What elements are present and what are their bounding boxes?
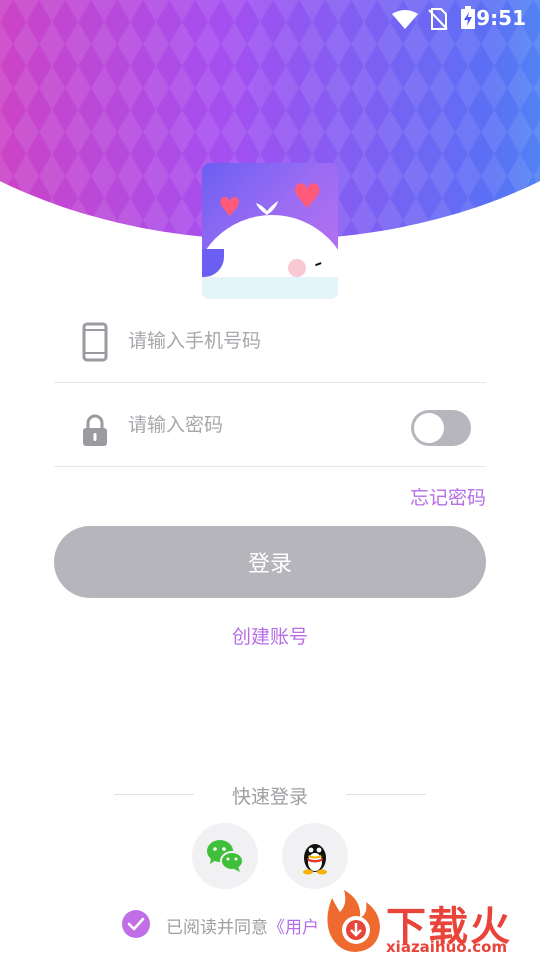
no-sim-icon <box>428 8 448 30</box>
qq-login-button[interactable] <box>282 823 348 889</box>
app-logo: ♥ ♥ <box>202 163 338 299</box>
status-time: 9:51 <box>476 6 526 30</box>
toggle-knob <box>414 413 444 443</box>
watermark-domain: xiazaihuo.com <box>386 938 508 956</box>
user-agreement-link[interactable]: 《用户 <box>268 918 319 938</box>
flame-logo-icon <box>327 890 380 952</box>
quick-login-label: 快速登录 <box>231 786 308 808</box>
whale-belly <box>202 277 338 299</box>
heart-icon: ♥ <box>292 177 323 217</box>
password-visibility-toggle[interactable] <box>411 410 471 446</box>
password-input[interactable] <box>126 406 390 444</box>
battery-charging-icon <box>461 6 475 29</box>
whale-cheek <box>288 259 306 277</box>
water-spout-icon <box>256 201 278 215</box>
phone-input[interactable] <box>126 322 390 360</box>
agreement-text: 已阅读并同意《用户 <box>166 913 319 938</box>
status-bar: 9:51 <box>0 0 540 36</box>
create-account-label: 创建账号 <box>231 626 308 648</box>
checkmark-icon <box>127 917 145 931</box>
quick-login-divider: 快速登录 <box>0 782 540 808</box>
forgot-password-link[interactable]: 忘记密码 <box>410 483 486 510</box>
qq-icon <box>303 844 327 875</box>
wechat-icon <box>207 840 244 872</box>
lock-icon <box>83 414 107 446</box>
agreement-checkbox[interactable] <box>122 910 150 938</box>
phone-icon <box>82 322 108 362</box>
create-account-link[interactable]: 创建账号 <box>0 622 540 649</box>
wifi-icon <box>392 10 418 29</box>
agreement-prefix: 已阅读并同意 <box>166 918 268 938</box>
heart-icon: ♥ <box>218 193 242 223</box>
password-field <box>54 382 486 467</box>
login-button[interactable]: 登录 <box>54 526 486 598</box>
phone-field <box>54 298 486 383</box>
divider-line-right <box>346 794 426 795</box>
wechat-login-button[interactable] <box>192 823 258 889</box>
watermark: 下载火 xiazaihuo.com <box>318 884 540 960</box>
